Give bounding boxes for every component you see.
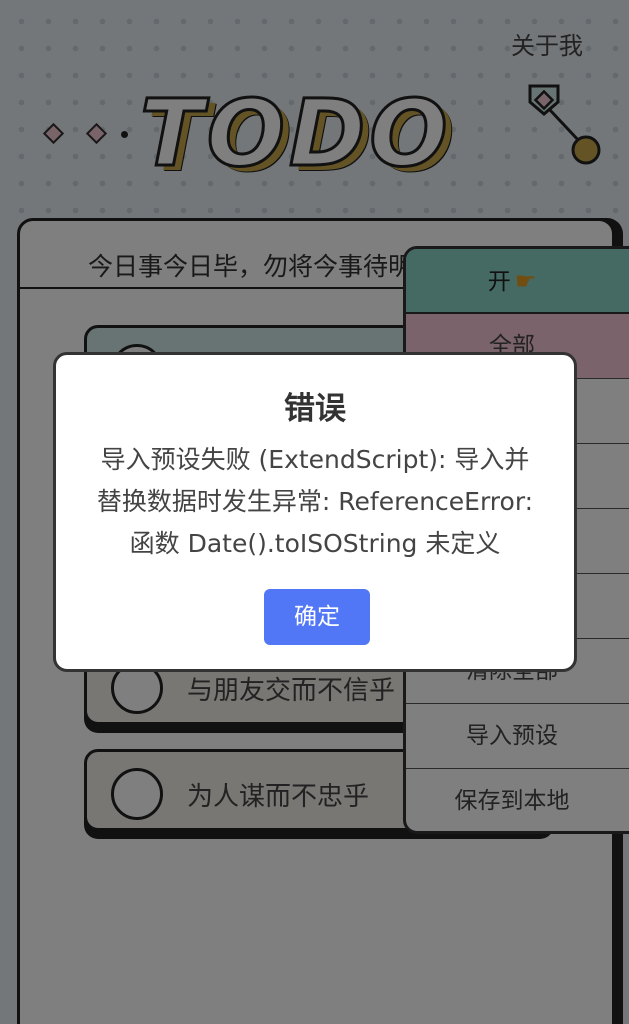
dialog-message-line: 函数 Date().toISOString 未定义 [129, 529, 501, 558]
dialog-message-line: 导入预设失败 (ExtendScript): 导入并 [100, 445, 530, 474]
dialog-message-line: 替换数据时发生异常: ReferenceError: [96, 487, 534, 516]
dialog-message: 导入预设失败 (ExtendScript): 导入并 替换数据时发生异常: Re… [86, 439, 544, 565]
error-dialog: 错误 导入预设失败 (ExtendScript): 导入并 替换数据时发生异常:… [53, 352, 577, 672]
confirm-button[interactable]: 确定 [264, 589, 370, 645]
dialog-title: 错误 [284, 391, 346, 427]
